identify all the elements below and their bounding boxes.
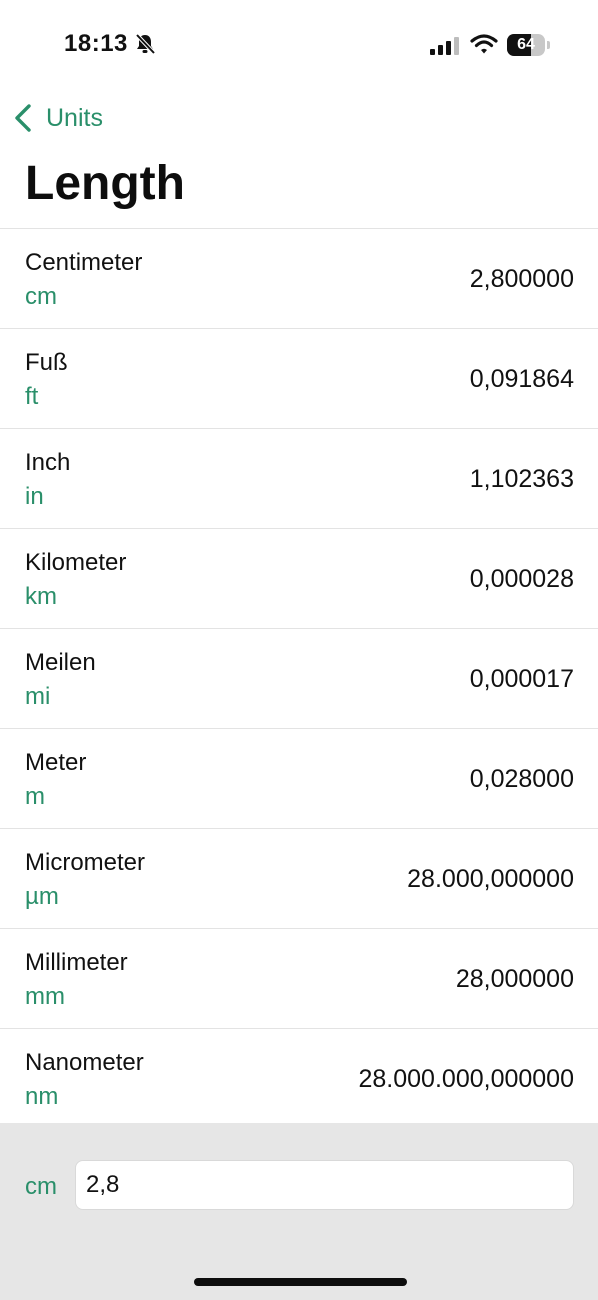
back-button[interactable]: Units [12,98,103,138]
input-panel: cm [0,1123,598,1300]
wifi-icon [470,34,498,54]
unit-name: Centimeter [25,249,143,276]
chevron-left-icon [15,104,31,132]
unit-symbol: mm [25,983,65,1010]
unit-value: 1,102363 [469,465,574,493]
unit-name: Micrometer [25,849,146,876]
battery-level: 64 [517,36,535,53]
unit-value: 0,091864 [469,365,574,393]
length-converter-screen: 18:13 64 Units Length Centimeter cm 2,80… [0,0,598,1300]
back-label: Units [46,103,103,132]
unit-name: Inch [25,449,71,476]
unit-symbol: m [25,783,45,810]
unit-name: Meter [25,749,87,776]
unit-value: 28.000.000,000000 [358,1065,575,1093]
unit-value: 28,000000 [455,965,574,993]
cellular-signal-icon [430,37,459,55]
unit-symbol: mi [25,683,51,710]
battery-body: 64 [507,34,545,56]
unit-value: 28.000,000000 [407,865,574,893]
unit-symbol: ft [25,383,39,410]
unit-name: Nanometer [25,1049,144,1076]
unit-row-micrometer[interactable]: Micrometer µm 28.000,000000 [0,829,598,929]
unit-row-nanometer[interactable]: Nanometer nm 28.000.000,000000 [0,1029,598,1129]
unit-name: Fuß [25,349,68,376]
unit-row-millimeter[interactable]: Millimeter mm 28,000000 [0,929,598,1029]
bell-slash-icon [135,33,156,55]
status-time: 18:13 [64,30,128,57]
unit-symbol: µm [25,883,59,910]
battery-cap [547,41,550,49]
status-bar: 18:13 64 [0,0,598,90]
unit-symbol: cm [25,283,57,310]
unit-name: Kilometer [25,549,127,576]
unit-symbol: nm [25,1083,59,1110]
unit-list: Centimeter cm 2,800000 Fuß ft 0,091864 I… [0,228,598,1129]
unit-row-inch[interactable]: Inch in 1,102363 [0,429,598,529]
unit-symbol: in [25,483,44,510]
unit-value: 0,028000 [469,765,574,793]
battery-icon: 64 [507,34,551,56]
unit-value: 2,800000 [469,265,574,293]
unit-row-centimeter[interactable]: Centimeter cm 2,800000 [0,229,598,329]
unit-value: 0,000017 [469,665,574,693]
unit-name: Meilen [25,649,96,676]
unit-row-foot[interactable]: Fuß ft 0,091864 [0,329,598,429]
unit-row-meter[interactable]: Meter m 0,028000 [0,729,598,829]
home-indicator [194,1278,407,1286]
page-title: Length [25,157,185,210]
unit-name: Millimeter [25,949,128,976]
unit-symbol: km [25,583,57,610]
value-input[interactable] [75,1160,574,1210]
unit-row-miles[interactable]: Meilen mi 0,000017 [0,629,598,729]
input-unit-label[interactable]: cm [25,1173,57,1201]
unit-value: 0,000028 [469,565,574,593]
unit-row-kilometer[interactable]: Kilometer km 0,000028 [0,529,598,629]
